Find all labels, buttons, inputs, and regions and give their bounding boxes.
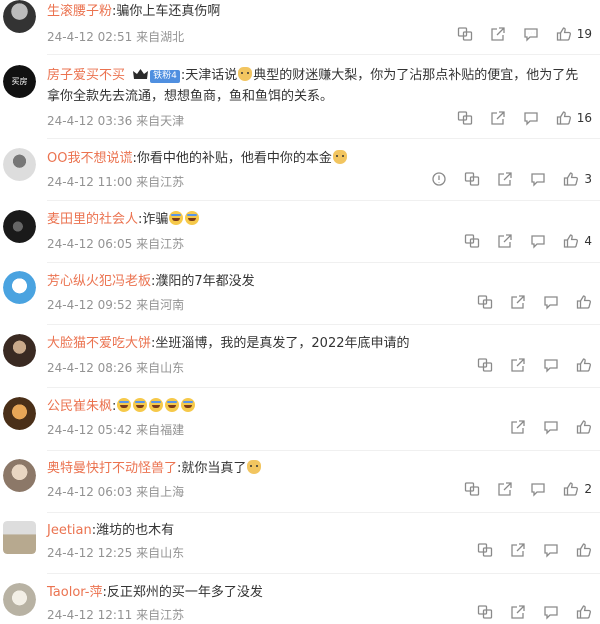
- comment-text: 你看中他的补贴，他看中你的本金: [136, 151, 332, 166]
- like-icon[interactable]: [556, 26, 572, 42]
- share-icon[interactable]: [497, 233, 513, 249]
- username[interactable]: OO我不想说谎: [47, 151, 132, 166]
- username[interactable]: Taolor-萍: [47, 585, 102, 600]
- username[interactable]: 房子爱买不买: [47, 68, 125, 83]
- comment-icon[interactable]: [543, 357, 559, 373]
- comment-text: 反正郑州的买一年多了没发: [106, 585, 263, 600]
- like-count: 19: [576, 27, 592, 41]
- comment-meta: 24-4-12 06:05 来自江苏: [47, 237, 185, 251]
- comment-icon[interactable]: [543, 419, 559, 435]
- comment-text: 天津话说: [185, 68, 238, 83]
- comment-icon[interactable]: [523, 110, 539, 126]
- translate-icon[interactable]: [464, 481, 480, 497]
- avatar[interactable]: [3, 210, 36, 243]
- comment-icon[interactable]: [530, 233, 546, 249]
- cat-emoji-icon: [332, 150, 347, 164]
- translate-icon[interactable]: [457, 26, 473, 42]
- comment-meta: 24-4-12 12:11 来自江苏: [47, 608, 185, 622]
- username[interactable]: 大脸猫不爱吃大饼: [47, 336, 151, 351]
- like-icon[interactable]: [563, 171, 579, 187]
- comment-icon[interactable]: [530, 481, 546, 497]
- comment-text: 潍坊的也木有: [96, 523, 175, 538]
- comment-icon[interactable]: [543, 604, 559, 620]
- comment-meta: 24-4-12 12:25 来自山东: [47, 546, 185, 560]
- like-icon[interactable]: [576, 419, 592, 435]
- comment-meta: 24-4-12 05:42 来自福建: [47, 423, 185, 437]
- comment-meta: 24-4-12 09:52 来自河南: [47, 298, 185, 312]
- avatar[interactable]: [3, 459, 36, 492]
- report-icon[interactable]: [431, 171, 447, 187]
- comment-meta: 24-4-12 06:03 来自上海: [47, 485, 185, 499]
- comment-icon[interactable]: [523, 26, 539, 42]
- translate-icon[interactable]: [477, 357, 493, 373]
- laugh-emoji-icon: [117, 398, 132, 412]
- like-icon[interactable]: [563, 481, 579, 497]
- like-count: 3: [584, 172, 592, 186]
- share-icon[interactable]: [497, 481, 513, 497]
- comment-text-continued: 典型的财迷赚大梨，你为了沾那点补贴的便宜，他为了先拿你全款先去流通，想想鱼商，鱼…: [47, 68, 579, 104]
- fan-badge: 铁粉4: [150, 70, 180, 83]
- like-icon[interactable]: [576, 542, 592, 558]
- username[interactable]: 麦田里的社会人: [47, 212, 138, 227]
- laugh-emoji-icon: [181, 398, 196, 412]
- translate-icon[interactable]: [477, 542, 493, 558]
- avatar[interactable]: [3, 271, 36, 304]
- comment-text: 坐班淄博，我的是真发了，2022年底申请的: [155, 336, 410, 351]
- cat-emoji-icon: [238, 67, 253, 81]
- avatar[interactable]: [3, 583, 36, 616]
- username[interactable]: 公民崔朱枫: [47, 399, 112, 414]
- like-icon[interactable]: [576, 294, 592, 310]
- comment-text: 骗你上车还真伤啊: [116, 4, 221, 19]
- username[interactable]: 奥特曼快打不动怪兽了: [47, 461, 177, 476]
- translate-icon[interactable]: [464, 171, 480, 187]
- avatar[interactable]: [3, 397, 36, 430]
- comment-icon[interactable]: [543, 542, 559, 558]
- laugh-emoji-icon: [185, 211, 200, 225]
- like-icon[interactable]: [576, 357, 592, 373]
- laugh-emoji-icon: [133, 398, 148, 412]
- comment-icon[interactable]: [543, 294, 559, 310]
- like-count: 4: [584, 234, 592, 248]
- comment-text: 诈骗: [142, 212, 169, 227]
- comment-text: 就你当真了: [181, 461, 247, 476]
- like-count: 16: [576, 111, 592, 125]
- username[interactable]: Jeetian: [47, 523, 92, 538]
- translate-icon[interactable]: [464, 233, 480, 249]
- comment-meta: 24-4-12 03:36 来自天津: [47, 114, 185, 128]
- comment-icon[interactable]: [530, 171, 546, 187]
- like-icon[interactable]: [576, 604, 592, 620]
- translate-icon[interactable]: [457, 110, 473, 126]
- avatar[interactable]: [3, 521, 36, 554]
- share-icon[interactable]: [490, 110, 506, 126]
- share-icon[interactable]: [490, 26, 506, 42]
- avatar[interactable]: [3, 334, 36, 367]
- avatar[interactable]: 买房: [3, 65, 36, 98]
- share-icon[interactable]: [510, 419, 526, 435]
- laugh-emoji-icon: [149, 398, 164, 412]
- laugh-emoji-icon: [169, 211, 184, 225]
- username[interactable]: 芳心纵火犯冯老板: [47, 274, 151, 289]
- cat-emoji-icon: [247, 460, 262, 474]
- share-icon[interactable]: [510, 294, 526, 310]
- share-icon[interactable]: [510, 604, 526, 620]
- translate-icon[interactable]: [477, 604, 493, 620]
- share-icon[interactable]: [497, 171, 513, 187]
- laugh-emoji-icon: [165, 398, 180, 412]
- comment-meta: 24-4-12 11:00 来自江苏: [47, 175, 185, 189]
- share-icon[interactable]: [510, 357, 526, 373]
- comment-meta: 24-4-12 08:26 来自山东: [47, 361, 185, 375]
- comment-meta: 24-4-12 02:51 来自湖北: [47, 30, 185, 44]
- translate-icon[interactable]: [477, 294, 493, 310]
- comment-text: 濮阳的7年都没发: [155, 274, 255, 289]
- avatar[interactable]: [3, 148, 36, 181]
- share-icon[interactable]: [510, 542, 526, 558]
- username[interactable]: 生滚腰子粉: [47, 4, 112, 19]
- avatar[interactable]: [3, 0, 36, 33]
- like-count: 2: [584, 482, 592, 496]
- like-icon[interactable]: [556, 110, 572, 126]
- like-icon[interactable]: [563, 233, 579, 249]
- crown-icon: [133, 66, 149, 79]
